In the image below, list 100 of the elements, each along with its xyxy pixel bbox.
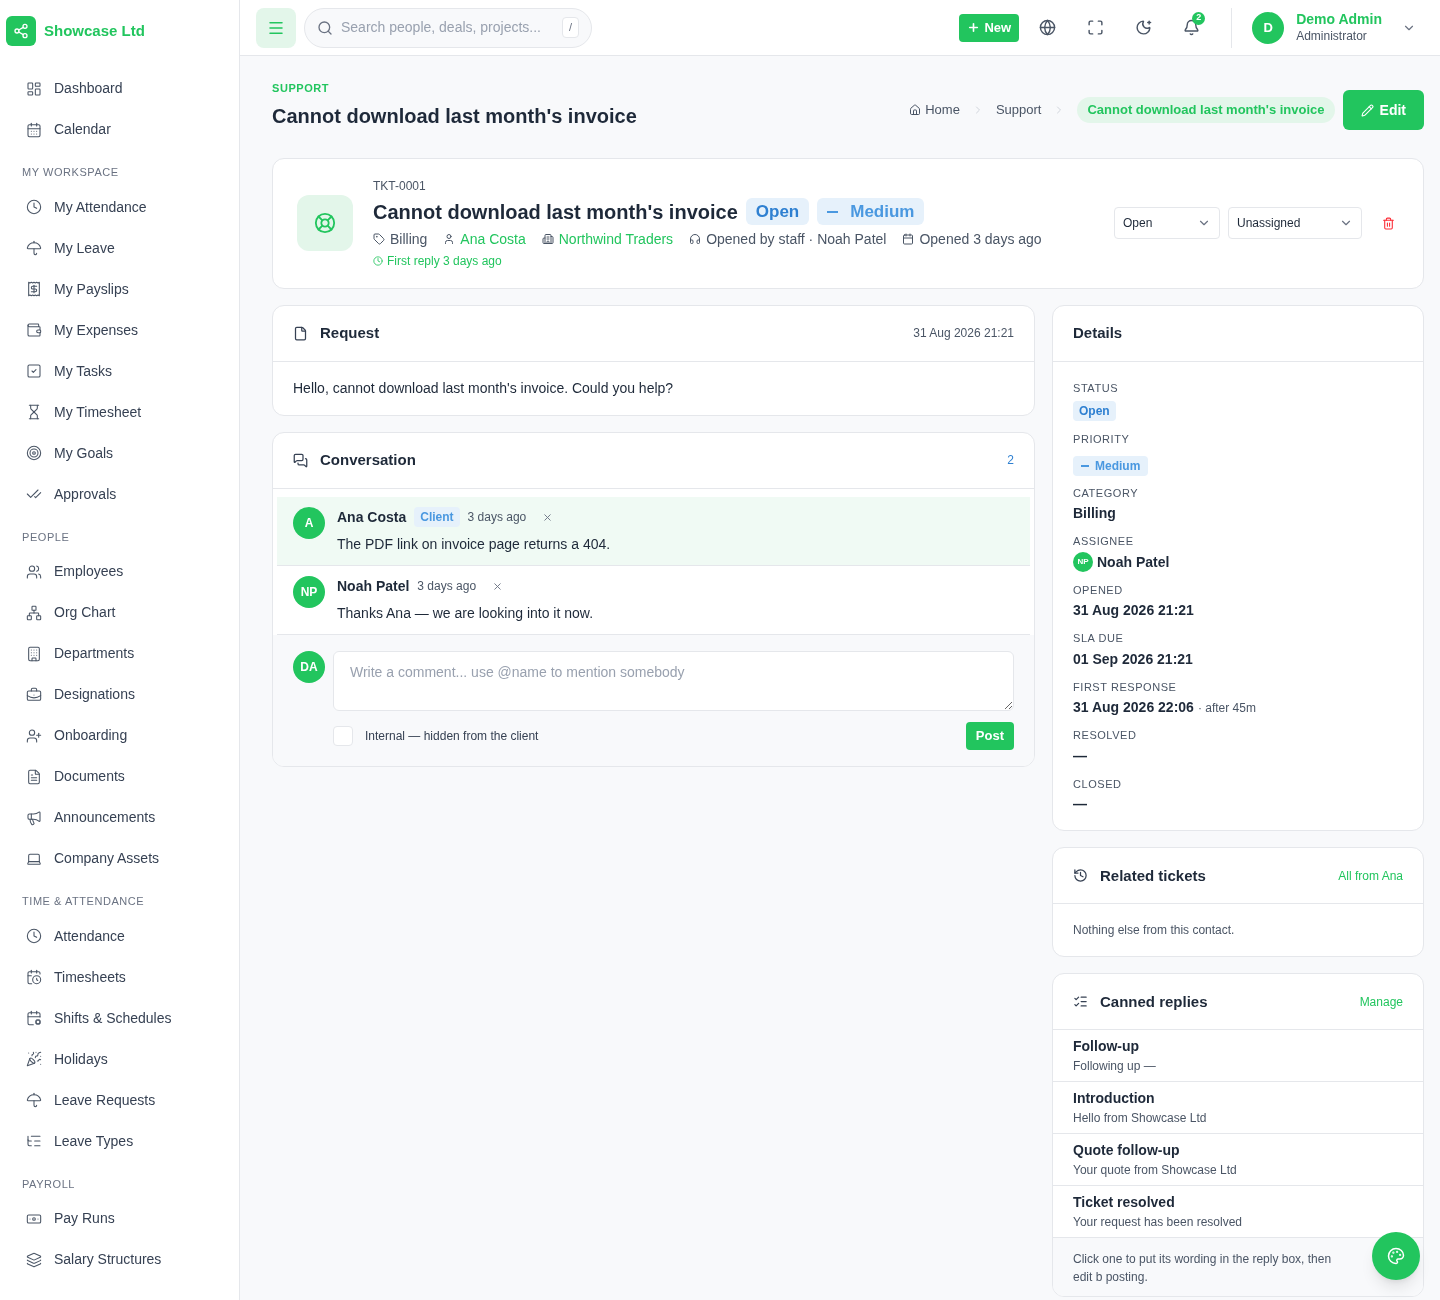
card-title: Related tickets (1100, 865, 1206, 886)
delete-button[interactable] (492, 580, 504, 592)
clock-icon (26, 928, 42, 944)
comment-field[interactable]: Write a comment... use @name to mention somebody (333, 650, 1014, 711)
field-value: Billing (1073, 504, 1116, 524)
dashboard-icon (26, 80, 42, 97)
field-value: — (1073, 746, 1087, 766)
home-icon (909, 104, 922, 116)
sidebar-item[interactable]: Designations (0, 674, 239, 715)
section-heading: PEOPLE (21, 529, 71, 545)
meta-text: Opened 3 days ago (919, 229, 1042, 249)
sidebar-item[interactable]: My Tasks (0, 350, 239, 392)
sidebar-item[interactable]: My Leave (0, 227, 239, 269)
sidebar-item[interactable]: Departments (0, 633, 239, 674)
briefcase-icon (26, 686, 42, 703)
calendar-gear-icon (26, 1010, 42, 1026)
umbrella-icon (26, 240, 42, 256)
target-icon (26, 445, 42, 461)
user-role: Administrator (1296, 28, 1367, 44)
message-count: 2 (1007, 452, 1014, 469)
section-heading: MY WORKSPACE (21, 165, 120, 180)
field-label: CATEGORY (1073, 485, 1140, 501)
user-name: Demo Admin (1296, 11, 1382, 29)
sidebar-item[interactable]: Dashboard (0, 68, 239, 109)
plus-icon (967, 21, 981, 34)
sidebar-item[interactable]: Pay Runs (0, 1198, 239, 1239)
chat-icon (293, 452, 308, 468)
search-field[interactable]: Search people, deals, projects... / (304, 7, 592, 48)
hourglass-icon (26, 404, 42, 420)
breadcrumb-link[interactable]: Support (995, 100, 1042, 120)
field-value: 31 Aug 2026 21:21 (1073, 601, 1194, 621)
avatar: NP (1073, 552, 1093, 573)
canned-reply[interactable]: Introduction Hello from Showcase Ltd (1053, 1082, 1423, 1135)
sidebar-item[interactable]: My Payslips (0, 268, 239, 310)
sidebar-item[interactable]: Timesheets (0, 956, 239, 998)
message-time: 3 days ago (467, 509, 527, 526)
sidebar-item[interactable]: Employees (0, 551, 239, 592)
reply-title: Follow-up (1073, 1037, 1141, 1057)
brand-name: Showcase Ltd (44, 20, 145, 41)
layers-icon (26, 1251, 42, 1268)
sidebar-item[interactable]: Holidays (0, 1038, 239, 1080)
document-icon (26, 768, 42, 785)
status-badge: Open (1073, 401, 1116, 421)
headset-icon (689, 233, 702, 245)
sidebar-item[interactable]: Onboarding (0, 715, 239, 756)
sidebar-item[interactable]: Calendar (0, 109, 239, 150)
sidebar-item[interactable]: Company Assets (0, 838, 239, 879)
delete-button[interactable] (1382, 216, 1395, 230)
sidebar-item[interactable]: Announcements (0, 797, 239, 838)
assignee-select[interactable]: Unassigned (1228, 207, 1362, 239)
priority-badge: Medium (817, 197, 925, 226)
party-popper-icon (26, 1051, 42, 1067)
assignee-name: Noah Patel (1097, 552, 1170, 572)
sidebar-item[interactable]: Leave Requests (0, 1079, 239, 1121)
internal-checkbox[interactable] (333, 725, 353, 746)
sidebar-item[interactable]: Approvals (0, 473, 239, 515)
card-title: Request (320, 322, 380, 343)
meta-text: Billing (390, 229, 428, 249)
sidebar-item[interactable]: My Expenses (0, 309, 239, 351)
sidebar-item[interactable]: Attendance (0, 915, 239, 957)
calendar-icon (26, 121, 42, 138)
card-title: Canned replies (1100, 991, 1208, 1012)
sidebar-item[interactable]: Org Chart (0, 592, 239, 633)
sidebar-item[interactable]: Salary Structures (0, 1239, 239, 1280)
field-label: RESOLVED (1073, 728, 1138, 744)
user-menu[interactable]: D Demo Admin Administrator (1252, 11, 1424, 44)
logo-icon (6, 16, 36, 46)
sidebar-item[interactable]: My Goals (0, 432, 239, 474)
status-select[interactable]: Open (1114, 207, 1220, 239)
checkbox-icon (26, 363, 42, 379)
delete-button[interactable] (542, 511, 554, 523)
clock-icon (373, 255, 383, 266)
sidebar-item[interactable]: Documents (0, 756, 239, 797)
megaphone-icon (26, 809, 42, 826)
priority-badge: Medium (1073, 455, 1149, 476)
reply-title: Quote follow-up (1073, 1141, 1181, 1161)
field-value: 01 Sep 2026 21:21 (1073, 649, 1193, 669)
sidebar-item[interactable]: Shifts & Schedules (0, 997, 239, 1039)
canned-reply[interactable]: Follow-up Following up — (1053, 1030, 1423, 1083)
tag-icon (373, 233, 385, 245)
lifebuoy-icon (297, 195, 353, 251)
field-value: — (1073, 795, 1087, 815)
sidebar-item[interactable]: Leave Types (0, 1120, 239, 1162)
avatar: DA (293, 650, 325, 683)
pencil-icon (1360, 103, 1374, 117)
field-label: SLA DUE (1073, 631, 1125, 647)
client-tag: Client (414, 507, 460, 527)
field-label: PRIORITY (1073, 432, 1131, 447)
search-input[interactable]: Search people, deals, projects... (341, 17, 554, 38)
internal-label: Internal — hidden from the client (365, 727, 539, 745)
breadcrumb-link[interactable]: Home (909, 100, 960, 120)
avatar: A (293, 506, 325, 539)
menu-button[interactable] (256, 7, 296, 48)
reply-preview: Your quote from Showcase Ltd (1073, 1162, 1238, 1180)
network-icon (26, 604, 42, 621)
building-icon (541, 233, 554, 245)
empty-message: Nothing else from this contact. (1072, 922, 1236, 940)
sidebar-item[interactable]: My Attendance (0, 186, 239, 228)
sidebar-item[interactable]: My Timesheet (0, 391, 239, 433)
canned-reply[interactable]: Quote follow-up Your quote from Showcase Ltd (1053, 1134, 1423, 1187)
